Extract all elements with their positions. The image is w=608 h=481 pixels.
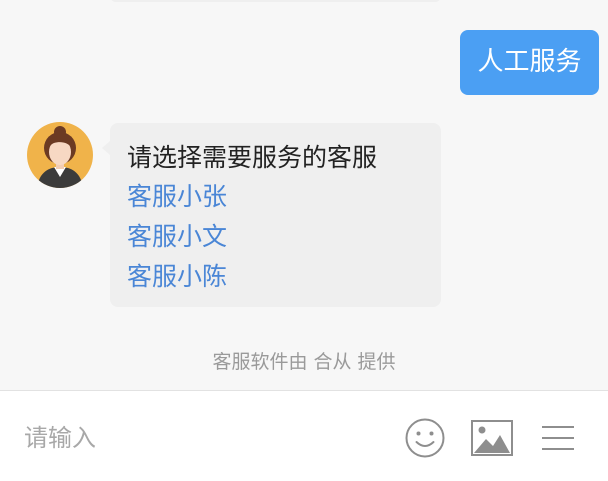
chat-area: 人工服务 请选择需要服务的客服 客服小张 客服小文 客服小陈 客服软件由 合从 … <box>0 0 608 390</box>
powered-by-note: 客服软件由 合从 提供 <box>212 351 396 373</box>
agent-message-bubble: 请选择需要服务的客服 客服小张 客服小文 客服小陈 <box>102 123 441 307</box>
message-composer <box>0 390 608 481</box>
previous-message-bubble <box>110 0 441 2</box>
agent-option-wen[interactable]: 客服小文 <box>127 217 441 257</box>
agent-message-title: 请选择需要服务的客服 <box>127 143 378 172</box>
agent-avatar <box>27 122 93 188</box>
emoji-icon[interactable] <box>404 417 446 463</box>
user-message-bubble: 人工服务 <box>460 30 599 95</box>
menu-icon[interactable] <box>541 423 575 457</box>
message-input[interactable] <box>22 407 396 469</box>
image-icon[interactable] <box>471 420 513 460</box>
agent-option-chen[interactable]: 客服小陈 <box>127 257 441 297</box>
agent-option-zhang[interactable]: 客服小张 <box>127 177 441 217</box>
